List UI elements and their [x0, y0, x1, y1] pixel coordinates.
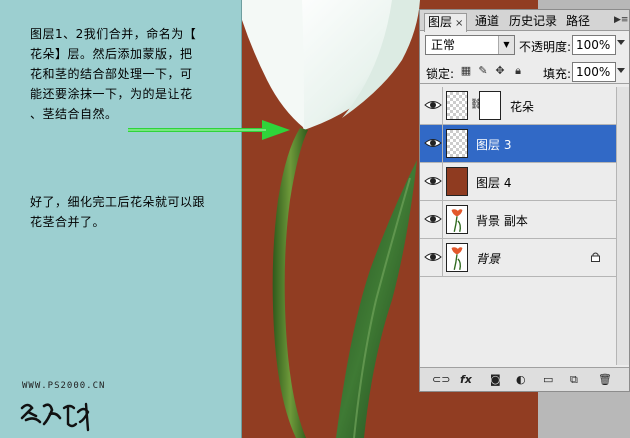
tab-layers-label: 图层 [428, 15, 453, 29]
eye-icon[interactable] [424, 97, 442, 113]
layer-name: 图层 3 [476, 138, 512, 152]
panel-menu-icon[interactable]: ▶≡ [614, 14, 628, 26]
annotation-arrow-icon [128, 120, 290, 140]
blend-mode-value: 正常 [431, 38, 456, 52]
lock-all-icon[interactable]: 🔒︎ [512, 65, 524, 77]
signature-logo [20, 402, 90, 432]
fill-input[interactable]: 100% [572, 62, 616, 82]
layer-thumbnail [446, 91, 468, 120]
lock-label: 锁定: [426, 67, 455, 81]
layers-bottom-toolbar: ⊂⊃ fx ◙ ◐ ▭ ⧉ 🗑︎ [420, 367, 629, 391]
layer-row-background[interactable]: 背景 [420, 239, 616, 277]
close-icon[interactable]: × [455, 18, 463, 29]
tulip-thumbnail-icon [446, 243, 468, 272]
tutorial-panel: 图层1、2我们合并，命名为【 花朵】层。然后添加蒙版，把 花和茎的结合部处理一下… [0, 0, 242, 438]
adjustment-icon[interactable]: ◐ [516, 374, 526, 386]
layer-row-flower[interactable]: ⛓︎ 花朵 [420, 87, 616, 125]
lock-position-icon[interactable]: ✥ [494, 65, 506, 77]
eye-icon[interactable] [424, 249, 442, 265]
layer-name: 背景 [476, 252, 501, 266]
chevron-down-icon[interactable]: ▼ [498, 36, 514, 54]
layer-mask-thumbnail[interactable] [479, 91, 501, 120]
new-layer-icon[interactable]: ⧉ [570, 374, 578, 386]
blend-opacity-row: 正常 ▼ 不透明度: 100% [420, 32, 629, 58]
fill-dropdown-icon[interactable] [617, 68, 625, 73]
layers-list: ⛓︎ 花朵 图层 3 图层 4 背景 副本 背景 [420, 87, 616, 365]
layer-name: 背景 副本 [476, 214, 528, 228]
lock-icon [591, 252, 600, 262]
site-watermark: WWW.PS2000.CN [22, 381, 106, 391]
layer-row-layer4[interactable]: 图层 4 [420, 163, 616, 201]
fill-label: 填充: [543, 67, 572, 81]
new-group-icon[interactable]: ▭ [543, 374, 553, 386]
divider [442, 163, 443, 201]
layer-name: 花朵 [510, 100, 535, 114]
tutorial-paragraph-2: 好了，细化完工后花朵就可以跟 花茎合并了。 [30, 195, 206, 229]
divider [442, 239, 443, 277]
layer-row-layer3[interactable]: 图层 3 [420, 125, 616, 163]
fx-icon[interactable]: fx [460, 374, 472, 386]
eye-icon[interactable] [424, 211, 442, 227]
lock-transparency-icon[interactable]: ▦ [460, 65, 472, 77]
lock-fill-row: 锁定: ▦ ✎ ✥ 🔒︎ 填充: 100% [420, 60, 629, 84]
tutorial-paragraph-1: 图层1、2我们合并，命名为【 花朵】层。然后添加蒙版，把 花和茎的结合部处理一下… [30, 27, 197, 121]
layers-panel: 图层 × 通道 历史记录 路径 ▶≡ 正常 ▼ 不透明度: 100% 锁定: ▦ … [419, 9, 630, 392]
divider [442, 201, 443, 239]
tab-channels[interactable]: 通道 [472, 13, 502, 31]
blend-mode-select[interactable]: 正常 ▼ [425, 35, 515, 55]
layer-row-background-copy[interactable]: 背景 副本 [420, 201, 616, 239]
tulip-thumbnail-icon [446, 205, 468, 234]
divider [442, 125, 443, 163]
layer-thumbnail [446, 129, 468, 158]
link-icon[interactable]: ⊂⊃ [432, 374, 450, 386]
tab-paths[interactable]: 路径 [563, 13, 593, 31]
layers-scrollbar[interactable] [616, 87, 629, 365]
tab-history[interactable]: 历史记录 [506, 13, 560, 31]
tab-layers[interactable]: 图层 × [424, 13, 468, 32]
lock-pixels-icon[interactable]: ✎ [477, 65, 489, 77]
layer-name: 图层 4 [476, 176, 512, 190]
eye-icon[interactable] [424, 135, 442, 151]
add-mask-icon[interactable]: ◙ [490, 374, 501, 386]
layer-thumbnail [446, 167, 468, 196]
delete-icon[interactable]: 🗑︎ [598, 374, 612, 386]
eye-icon[interactable] [424, 173, 442, 189]
divider [442, 87, 443, 125]
panel-tabs: 图层 × 通道 历史记录 路径 ▶≡ [420, 10, 629, 32]
opacity-dropdown-icon[interactable] [617, 40, 625, 45]
opacity-label: 不透明度: [519, 40, 572, 54]
opacity-input[interactable]: 100% [572, 35, 616, 55]
